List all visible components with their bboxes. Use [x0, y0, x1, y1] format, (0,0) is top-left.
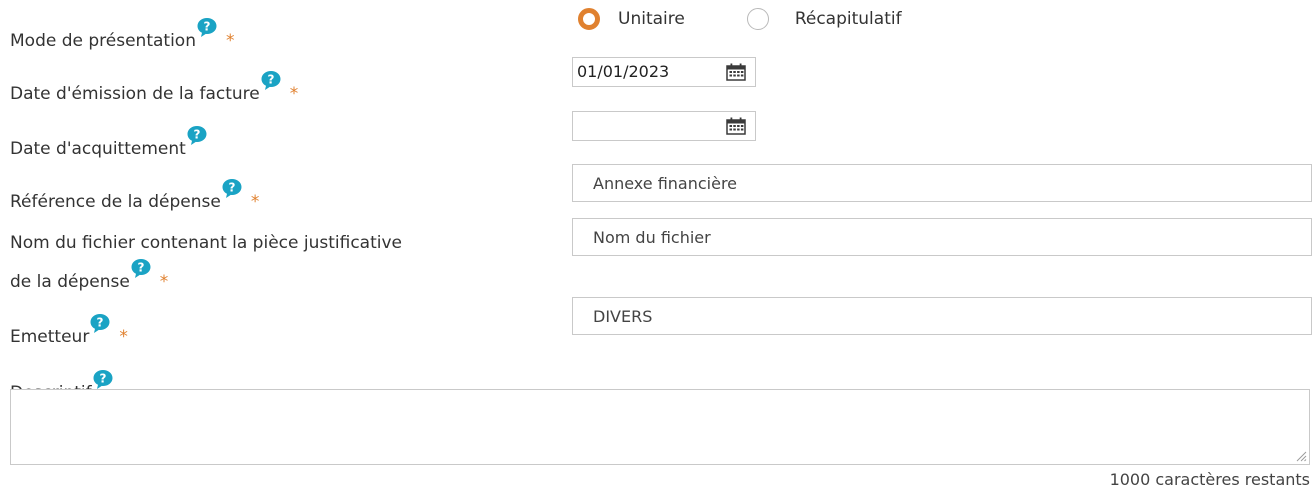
help-icon[interactable] — [89, 313, 111, 334]
required-asterisk: * — [250, 192, 260, 212]
issuer-value[interactable]: DIVERS — [593, 307, 652, 326]
calendar-icon[interactable] — [726, 63, 746, 81]
expense-ref-value[interactable]: Annexe financière — [593, 174, 737, 193]
presentation-mode-label: Mode de présentation * — [10, 17, 234, 54]
file-name-label-line1: Nom du fichier contenant la pièce justif… — [10, 230, 402, 256]
issuer-input[interactable]: DIVERS — [572, 297, 1312, 335]
presentation-mode-radio-group: Unitaire Récapitulatif — [578, 8, 902, 30]
required-asterisk: * — [289, 84, 299, 104]
radio-recapitulatif-indicator[interactable] — [746, 8, 769, 30]
resize-handle-icon[interactable] — [1295, 450, 1307, 462]
help-icon[interactable] — [260, 70, 282, 91]
payment-date-input[interactable] — [572, 111, 756, 141]
characters-remaining: 1000 caractères restants — [1109, 470, 1310, 489]
expense-ref-input[interactable]: Annexe financière — [572, 164, 1312, 202]
file-name-text-line2: de la dépense — [10, 272, 130, 292]
file-name-input[interactable]: Nom du fichier — [572, 218, 1312, 256]
required-asterisk: * — [225, 31, 235, 51]
help-icon[interactable] — [186, 125, 208, 146]
invoice-date-label: Date d'émission de la facture * — [10, 70, 298, 107]
radio-recapitulatif[interactable]: Récapitulatif — [746, 8, 902, 30]
description-textarea[interactable] — [10, 389, 1310, 465]
radio-unitaire-indicator[interactable] — [578, 8, 600, 30]
radio-recapitulatif-label[interactable]: Récapitulatif — [795, 9, 902, 29]
calendar-icon[interactable] — [726, 117, 746, 135]
payment-date-label: Date d'acquittement — [10, 125, 208, 162]
required-asterisk: * — [159, 272, 169, 292]
issuer-text: Emetteur — [10, 327, 90, 347]
help-icon[interactable] — [130, 258, 152, 279]
radio-unitaire[interactable]: Unitaire — [578, 8, 685, 30]
presentation-mode-text: Mode de présentation — [10, 31, 196, 51]
invoice-date-value[interactable]: 01/01/2023 — [577, 62, 669, 81]
expense-ref-label: Référence de la dépense * — [10, 178, 259, 215]
required-asterisk: * — [119, 327, 128, 347]
invoice-date-input[interactable]: 01/01/2023 — [572, 57, 756, 87]
file-name-label-line2: de la dépense * — [10, 258, 168, 295]
file-name-value[interactable]: Nom du fichier — [593, 228, 711, 247]
expense-ref-text: Référence de la dépense — [10, 192, 221, 212]
help-icon[interactable] — [196, 17, 218, 38]
payment-date-text: Date d'acquittement — [10, 139, 186, 159]
help-icon[interactable] — [92, 369, 114, 390]
file-name-text-line1: Nom du fichier contenant la pièce justif… — [10, 233, 402, 253]
radio-unitaire-label[interactable]: Unitaire — [618, 9, 685, 29]
issuer-label: Emetteur * — [10, 313, 128, 350]
invoice-date-text: Date d'émission de la facture — [10, 84, 260, 104]
help-icon[interactable] — [221, 178, 243, 199]
